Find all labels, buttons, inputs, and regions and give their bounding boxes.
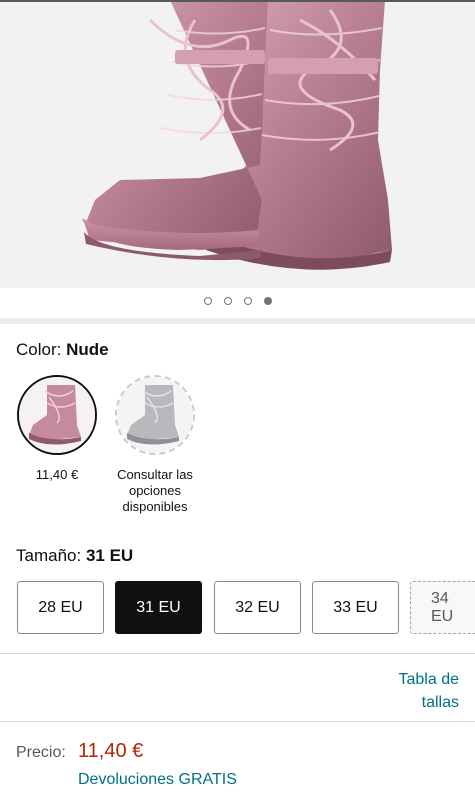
top-divider <box>0 0 475 2</box>
section-divider <box>0 318 475 324</box>
carousel-dot[interactable] <box>243 297 252 305</box>
carousel-dot[interactable] <box>223 297 232 305</box>
boots-illustration <box>82 0 392 270</box>
size-option-28[interactable]: 28 EU <box>17 581 104 634</box>
color-heading: Color: Nude <box>16 340 109 360</box>
free-returns-link[interactable]: Devoluciones GRATIS <box>78 771 237 789</box>
color-swatch-nude[interactable] <box>17 375 97 455</box>
color-label: Color: <box>16 340 62 359</box>
divider <box>0 653 475 654</box>
size-option-33[interactable]: 33 EU <box>312 581 399 634</box>
carousel-indicator[interactable] <box>0 297 475 305</box>
boot-thumbnail-icon <box>19 377 95 453</box>
color-swatch-caption: 11,40 € <box>35 467 79 482</box>
color-selected-value: Nude <box>66 340 109 359</box>
size-table-link[interactable]: Tabla de tallas <box>379 668 460 714</box>
color-swatch-grey[interactable] <box>115 375 195 455</box>
size-heading: Tamaño: 31 EU <box>16 546 133 566</box>
size-option-31[interactable]: 31 EU <box>115 581 202 634</box>
product-image[interactable] <box>0 0 475 288</box>
size-option-32[interactable]: 32 EU <box>214 581 301 634</box>
price-label: Precio: <box>16 744 66 761</box>
size-label: Tamaño: <box>16 546 82 565</box>
color-swatch-caption: Consultar las opciones disponibles <box>117 467 193 514</box>
boot-thumbnail-grey-icon <box>117 377 193 453</box>
carousel-dot[interactable] <box>203 297 212 305</box>
carousel-dot-active[interactable] <box>263 297 272 305</box>
price-value: 11,40 € <box>78 740 144 762</box>
size-option-34[interactable]: 34 EU <box>410 581 475 634</box>
divider <box>0 721 475 722</box>
size-selected-value: 31 EU <box>85 546 134 565</box>
